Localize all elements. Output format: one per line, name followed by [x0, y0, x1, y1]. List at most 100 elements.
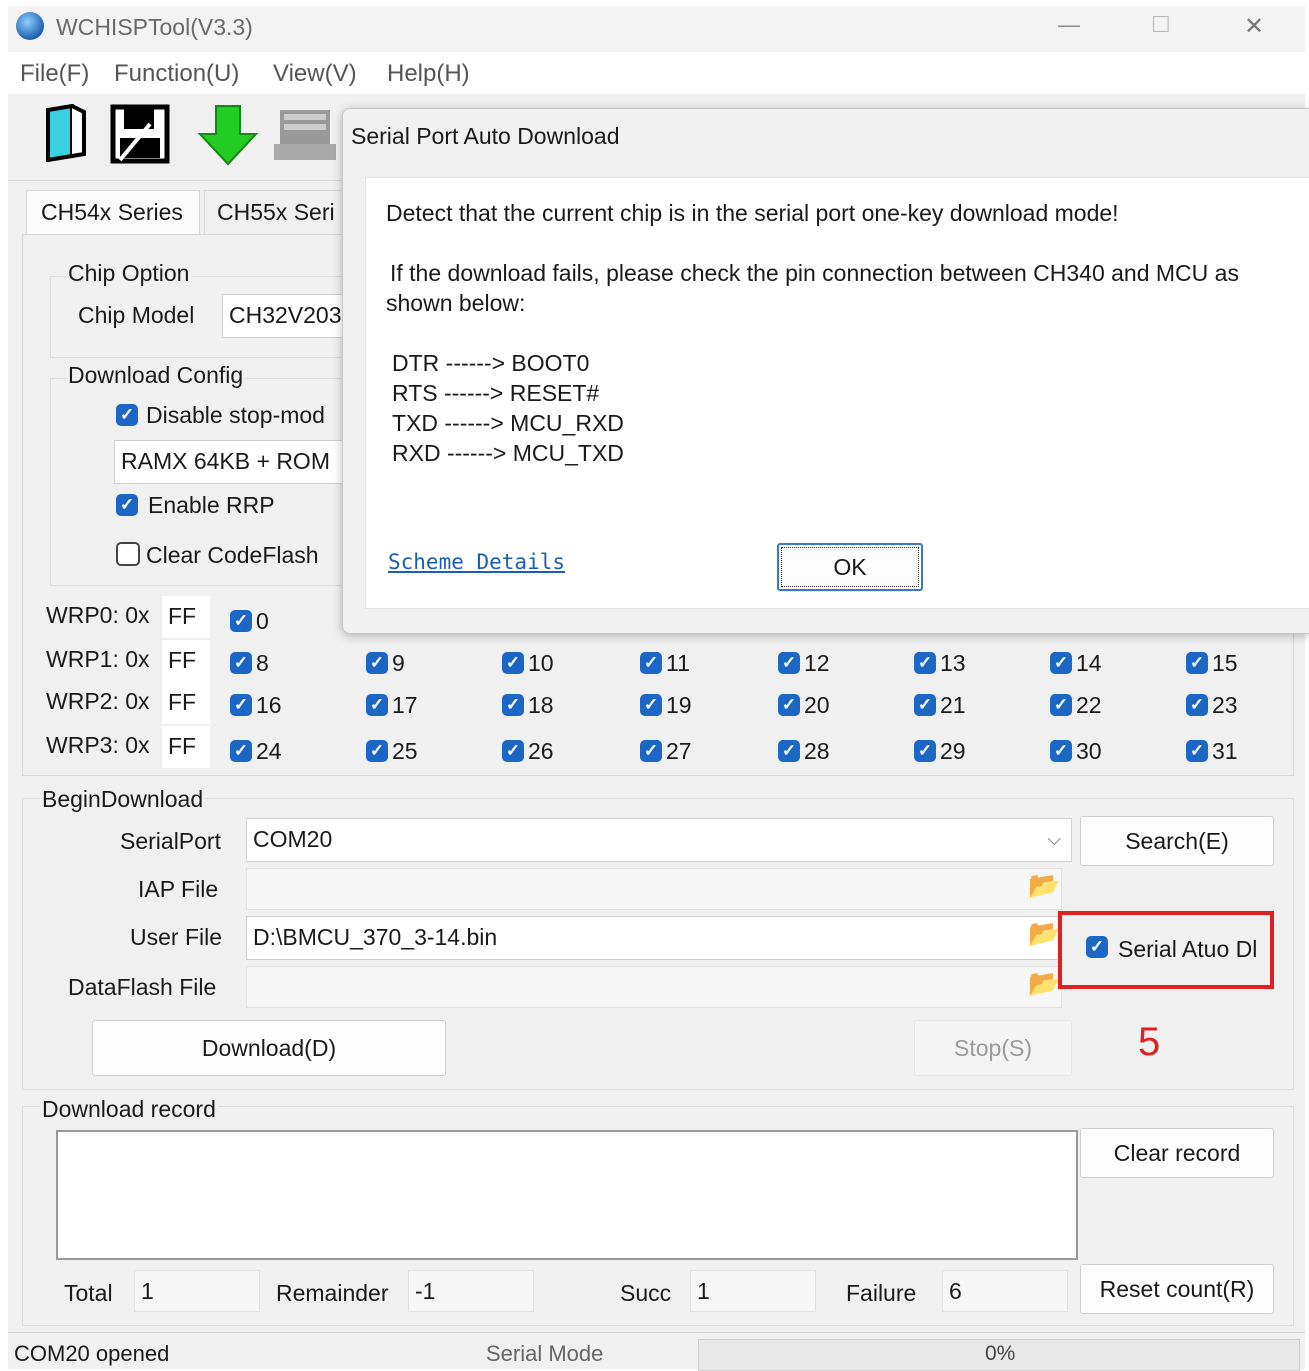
- wrp-bit-28-label: 28: [804, 738, 830, 764]
- save-icon[interactable]: [110, 104, 170, 164]
- ok-focus-ring: OK: [781, 547, 919, 587]
- wrp-bit-12-checkbox[interactable]: ✓: [778, 652, 800, 674]
- wrp-bit-31-label: 31: [1212, 738, 1238, 764]
- wrp-bit-21-checkbox[interactable]: ✓: [914, 694, 936, 716]
- open-icon[interactable]: [42, 103, 88, 163]
- pin-mapping-txd: TXD ------> MCU_RXD: [392, 410, 624, 436]
- serial-auto-dl-checkbox[interactable]: ✓: [1086, 936, 1108, 958]
- status-port: COM20 opened: [14, 1341, 170, 1366]
- menu-file[interactable]: File(F): [20, 60, 89, 88]
- wrp-bit-30-checkbox[interactable]: ✓: [1050, 740, 1072, 762]
- wrp-bit-0-checkbox[interactable]: ✓: [230, 610, 252, 632]
- wrp-bit-26-checkbox[interactable]: ✓: [502, 740, 524, 762]
- wrp-bit-12-label: 12: [804, 650, 830, 676]
- close-button[interactable]: ✕: [1244, 12, 1264, 41]
- dataflash-file-label: DataFlash File: [68, 974, 217, 1000]
- iap-file-label: IAP File: [138, 876, 219, 902]
- scheme-details-link[interactable]: Scheme Details: [388, 550, 565, 574]
- pin-mapping-rts: RTS ------> RESET#: [392, 380, 600, 406]
- window-title: WCHISPTool(V3.3): [56, 14, 253, 40]
- wrp-bit-24-label: 24: [256, 738, 282, 764]
- tab-ch54x[interactable]: CH54x Series: [26, 190, 200, 235]
- annotation-number: 5: [1138, 1020, 1161, 1064]
- download-record-label: Download record: [40, 1096, 218, 1123]
- memory-select[interactable]: RAMX 64KB + ROM: [114, 440, 354, 484]
- wrp0-label: WRP0: 0x: [46, 602, 150, 628]
- user-file-folder-icon[interactable]: 📂: [1028, 918, 1060, 949]
- wrp-bit-14-checkbox[interactable]: ✓: [1050, 652, 1072, 674]
- wrp-bit-17-checkbox[interactable]: ✓: [366, 694, 388, 716]
- pin-mapping-rxd: RXD ------> MCU_TXD: [392, 440, 624, 466]
- menu-function[interactable]: Function(U): [114, 60, 239, 88]
- chip-model-label: Chip Model: [78, 302, 195, 328]
- dataflash-folder-icon[interactable]: 📂: [1028, 968, 1060, 999]
- maximize-button[interactable]: ☐: [1151, 12, 1171, 38]
- wrp-bit-29-label: 29: [940, 738, 966, 764]
- enable-rrp-checkbox[interactable]: ✓: [116, 494, 138, 516]
- wrp3-label: WRP3: 0x: [46, 732, 150, 758]
- iap-folder-icon[interactable]: 📂: [1028, 870, 1060, 901]
- download-arrow-icon[interactable]: [197, 104, 259, 166]
- reset-count-button[interactable]: Reset count(R): [1080, 1264, 1274, 1314]
- wrp-bit-27-checkbox[interactable]: ✓: [640, 740, 662, 762]
- wrp-bit-20-checkbox[interactable]: ✓: [778, 694, 800, 716]
- menu-help[interactable]: Help(H): [387, 60, 470, 88]
- wrp-bit-18-checkbox[interactable]: ✓: [502, 694, 524, 716]
- wrp-bit-19-checkbox[interactable]: ✓: [640, 694, 662, 716]
- wrp-bit-24-checkbox[interactable]: ✓: [230, 740, 252, 762]
- wrp0-field[interactable]: FF: [162, 596, 210, 638]
- download-button[interactable]: Download(D): [92, 1020, 446, 1076]
- wrp2-field[interactable]: FF: [162, 682, 210, 724]
- dialog-title: Serial Port Auto Download: [351, 123, 620, 149]
- total-label: Total: [64, 1280, 113, 1306]
- clear-codeflash-checkbox[interactable]: ✓: [116, 542, 140, 566]
- wrp-bit-11-checkbox[interactable]: ✓: [640, 652, 662, 674]
- wrp-bit-28-checkbox[interactable]: ✓: [778, 740, 800, 762]
- serial-port-select[interactable]: COM20 ⌵: [246, 818, 1072, 862]
- wrp-bit-19-label: 19: [666, 692, 692, 718]
- title-bar: WCHISPTool(V3.3) — ☐ ✕: [8, 6, 1305, 52]
- succ-label: Succ: [620, 1280, 672, 1306]
- iap-file-field[interactable]: [246, 868, 1062, 910]
- clear-record-button[interactable]: Clear record: [1080, 1128, 1274, 1178]
- dialog-ok-button[interactable]: OK: [777, 543, 923, 591]
- app-icon: [16, 12, 44, 40]
- wrp-bit-22-checkbox[interactable]: ✓: [1050, 694, 1072, 716]
- user-file-field[interactable]: D:\BMCU_370_3-14.bin: [246, 916, 1062, 960]
- disable-stop-mode-checkbox[interactable]: ✓: [116, 404, 138, 426]
- serial-auto-dl-label: Serial Atuo Dl: [1118, 936, 1258, 962]
- wrp-bit-15-label: 15: [1212, 650, 1238, 676]
- wrp-bit-27-label: 27: [666, 738, 692, 764]
- wrp-bit-31-checkbox[interactable]: ✓: [1186, 740, 1208, 762]
- wrp3-field[interactable]: FF: [162, 726, 210, 768]
- dataflash-file-field[interactable]: [246, 966, 1062, 1008]
- download-record-log[interactable]: [56, 1130, 1078, 1260]
- minimize-button[interactable]: —: [1058, 12, 1080, 38]
- begin-download-label: BeginDownload: [40, 786, 206, 813]
- wrp-bit-13-checkbox[interactable]: ✓: [914, 652, 936, 674]
- remainder-field: -1: [408, 1270, 534, 1312]
- wrp-bit-9-checkbox[interactable]: ✓: [366, 652, 388, 674]
- disable-stop-mode-label: Disable stop-mod: [146, 402, 325, 428]
- enable-rrp-label: Enable RRP: [148, 492, 275, 518]
- pin-mapping-dtr: DTR ------> BOOT0: [392, 350, 590, 376]
- wrp-bit-23-label: 23: [1212, 692, 1238, 718]
- wrp-bit-25-checkbox[interactable]: ✓: [366, 740, 388, 762]
- wrp-bit-29-checkbox[interactable]: ✓: [914, 740, 936, 762]
- wrp-bit-15-checkbox[interactable]: ✓: [1186, 652, 1208, 674]
- stop-button[interactable]: Stop(S): [914, 1020, 1072, 1076]
- wrp-bit-8-checkbox[interactable]: ✓: [230, 652, 252, 674]
- wrp-bit-23-checkbox[interactable]: ✓: [1186, 694, 1208, 716]
- wrp-bit-30-label: 30: [1076, 738, 1102, 764]
- menu-view[interactable]: View(V): [273, 60, 357, 88]
- chip-model-select[interactable]: CH32V203: [222, 294, 352, 338]
- wrp-bit-0-label: 0: [256, 608, 269, 634]
- wrp-bit-13-label: 13: [940, 650, 966, 676]
- wrp1-field[interactable]: FF: [162, 640, 210, 682]
- wrp-bit-16-checkbox[interactable]: ✓: [230, 694, 252, 716]
- wrp2-label: WRP2: 0x: [46, 688, 150, 714]
- device-icon[interactable]: [274, 108, 336, 162]
- search-button[interactable]: Search(E): [1080, 816, 1274, 866]
- wrp-bit-10-checkbox[interactable]: ✓: [502, 652, 524, 674]
- progress-bar: 0%: [698, 1339, 1300, 1371]
